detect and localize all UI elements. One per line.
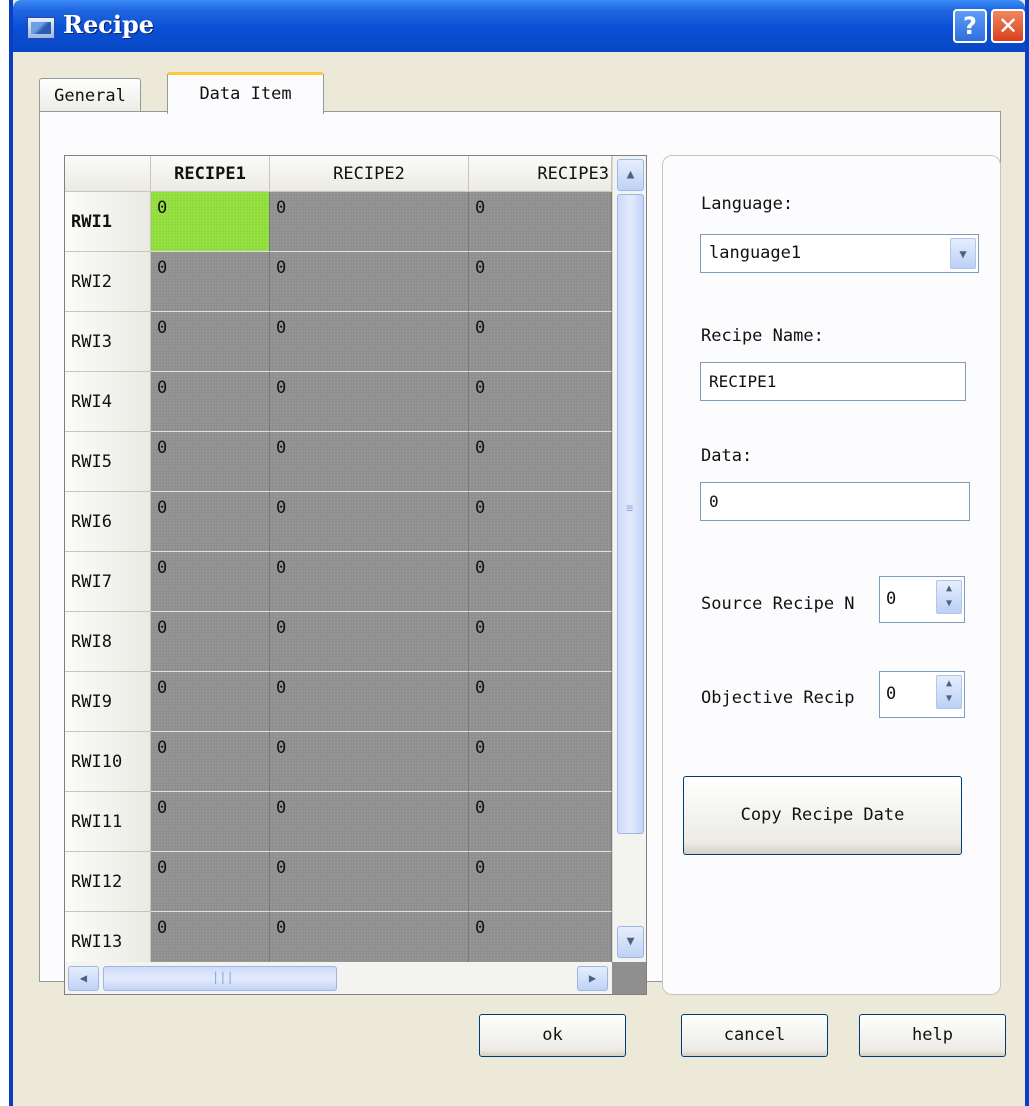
table-cell[interactable]: 0: [469, 852, 612, 912]
table-cell[interactable]: 0: [151, 612, 270, 672]
table-cell[interactable]: 0: [151, 252, 270, 312]
table-cell[interactable]: 0: [270, 852, 469, 912]
column-header[interactable]: RECIPE1: [151, 156, 270, 192]
recipe-name-input[interactable]: [700, 362, 966, 401]
row-header[interactable]: RWI12: [65, 852, 151, 912]
scroll-right-icon[interactable]: ▶: [577, 966, 608, 991]
title-bar[interactable]: Recipe ? ✕: [13, 0, 1025, 52]
row-header[interactable]: RWI2: [65, 252, 151, 312]
table-cell[interactable]: 0: [469, 612, 612, 672]
horizontal-scroll-thumb[interactable]: |||: [103, 966, 337, 991]
grip-icon: |||: [212, 970, 234, 984]
row-header[interactable]: RWI4: [65, 372, 151, 432]
row-header[interactable]: RWI11: [65, 792, 151, 852]
table-cell[interactable]: 0: [469, 492, 612, 552]
language-select[interactable]: language1 ▼: [700, 234, 979, 273]
recipe-name-label: Recipe Name:: [701, 326, 824, 346]
row-header[interactable]: RWI9: [65, 672, 151, 732]
row-header[interactable]: RWI5: [65, 432, 151, 492]
table-cell[interactable]: 0: [469, 312, 612, 372]
spin-updown-icon[interactable]: ▲ ▼: [936, 675, 962, 709]
table-cell[interactable]: 0: [469, 732, 612, 792]
table-cell[interactable]: 0: [151, 372, 270, 432]
language-value: language1: [709, 243, 802, 263]
data-label: Data:: [701, 446, 753, 466]
window-title: Recipe: [63, 10, 154, 39]
chevron-down-icon[interactable]: ▼: [950, 238, 976, 269]
table-cell[interactable]: 0: [151, 852, 270, 912]
vertical-scroll-thumb[interactable]: ≡: [617, 194, 644, 834]
table-cell[interactable]: 0: [270, 552, 469, 612]
tab-general[interactable]: General: [39, 78, 141, 112]
table-cell[interactable]: 0: [151, 432, 270, 492]
row-header[interactable]: RWI8: [65, 612, 151, 672]
ok-button[interactable]: ok: [479, 1014, 626, 1057]
table-cell[interactable]: 0: [469, 372, 612, 432]
table-cell[interactable]: 0: [469, 252, 612, 312]
close-icon[interactable]: ✕: [991, 9, 1025, 43]
table-cell[interactable]: 0: [270, 612, 469, 672]
table-cell[interactable]: 0: [270, 252, 469, 312]
grid-corner-header: [65, 156, 151, 192]
recipe-data-grid: 0 0 0 RWI13 0 0 0 RWI12 0 0 0 RWI11 0 0 0 RWI10 0 0 0 RWI9 0…: [64, 155, 647, 995]
copy-recipe-button[interactable]: Copy Recipe Date: [683, 776, 962, 855]
table-cell[interactable]: 0: [270, 492, 469, 552]
objective-recipe-label: Objective Recip: [701, 688, 855, 708]
table-cell[interactable]: 0: [151, 312, 270, 372]
vertical-scrollbar[interactable]: ▲ ≡ ▼: [612, 156, 646, 962]
recipe-side-panel: Language: language1 ▼ Recipe Name: Data:…: [662, 155, 1001, 995]
row-header[interactable]: RWI3: [65, 312, 151, 372]
horizontal-scrollbar[interactable]: ◀ ||| ▶: [65, 962, 612, 994]
scroll-left-icon[interactable]: ◀: [68, 966, 99, 991]
app-icon: [27, 17, 55, 39]
scroll-corner: [612, 962, 646, 994]
source-recipe-value: 0: [886, 589, 897, 609]
data-input[interactable]: [700, 482, 970, 521]
grip-icon: ≡: [626, 501, 634, 515]
recipe-dialog: Recipe ? ✕ General Data Item 0 0 0 RWI13 0 0 0…: [9, 0, 1029, 1106]
table-cell[interactable]: 0: [270, 792, 469, 852]
table-cell[interactable]: 0: [270, 732, 469, 792]
table-cell[interactable]: 0: [151, 672, 270, 732]
table-cell[interactable]: 0: [469, 552, 612, 612]
table-cell[interactable]: 0: [270, 672, 469, 732]
column-header[interactable]: RECIPE3: [469, 156, 612, 192]
table-cell[interactable]: 0: [151, 792, 270, 852]
table-cell[interactable]: 0: [151, 732, 270, 792]
row-header[interactable]: RWI7: [65, 552, 151, 612]
table-cell[interactable]: 0: [270, 432, 469, 492]
scroll-up-icon[interactable]: ▲: [617, 159, 644, 191]
help-icon[interactable]: ?: [953, 9, 987, 43]
table-cell[interactable]: 0: [469, 432, 612, 492]
table-cell[interactable]: 0: [469, 192, 612, 252]
data-item-panel: 0 0 0 RWI13 0 0 0 RWI12 0 0 0 RWI11 0 0 0 RWI10 0 0 0 RWI9 0…: [39, 111, 1001, 995]
table-cell[interactable]: 0: [270, 312, 469, 372]
table-cell[interactable]: 0: [469, 672, 612, 732]
spin-updown-icon[interactable]: ▲ ▼: [936, 580, 962, 614]
row-header[interactable]: RWI1: [65, 192, 151, 252]
help-button[interactable]: help: [859, 1014, 1006, 1057]
column-header[interactable]: RECIPE2: [270, 156, 469, 192]
table-cell[interactable]: 0: [151, 492, 270, 552]
table-cell[interactable]: 0: [270, 372, 469, 432]
objective-recipe-stepper[interactable]: 0 ▲ ▼: [879, 671, 965, 718]
table-cell[interactable]: 0: [270, 192, 469, 252]
scroll-down-icon[interactable]: ▼: [617, 926, 644, 958]
cancel-button[interactable]: cancel: [681, 1014, 828, 1057]
table-cell[interactable]: 0: [469, 792, 612, 852]
source-recipe-stepper[interactable]: 0 ▲ ▼: [879, 576, 965, 623]
row-header[interactable]: RWI10: [65, 732, 151, 792]
source-recipe-label: Source Recipe N: [701, 594, 855, 614]
tab-data-item[interactable]: Data Item: [167, 72, 324, 114]
row-header[interactable]: RWI6: [65, 492, 151, 552]
language-label: Language:: [701, 194, 794, 214]
table-cell[interactable]: 0: [151, 552, 270, 612]
table-cell[interactable]: 0: [151, 192, 270, 252]
objective-recipe-value: 0: [886, 684, 897, 704]
